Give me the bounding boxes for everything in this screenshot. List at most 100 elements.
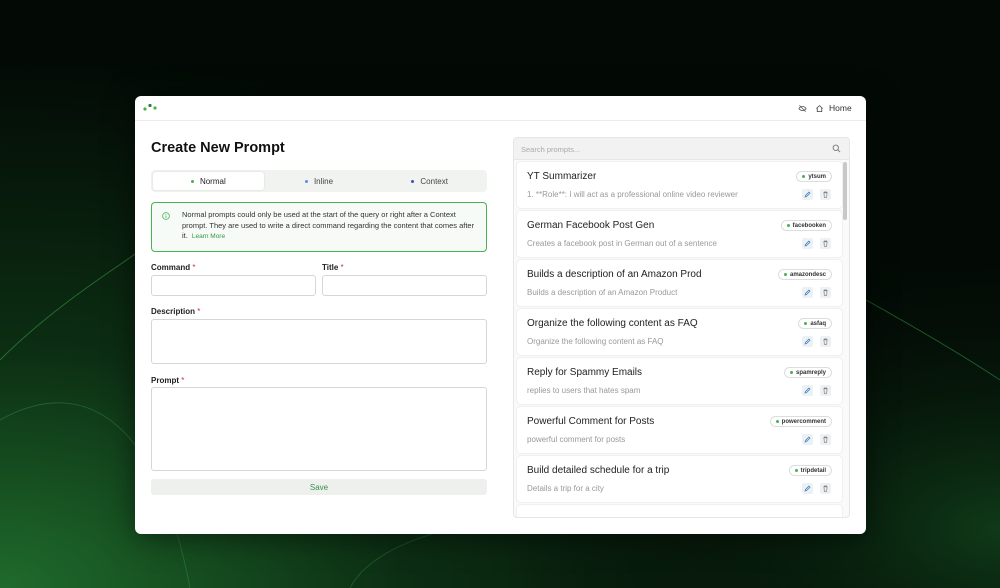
prompt-card[interactable]: Organize the following content as FAQ Or… [517,309,842,355]
home-button[interactable]: Home [815,100,861,116]
prompt-tag-label: tripdetail [800,467,826,474]
title-label-text: Title [322,263,339,272]
save-button[interactable]: Save [151,479,487,495]
prompt-card[interactable]: Reply for Spammy Emails replies to users… [517,358,842,404]
trash-icon [823,240,828,247]
edit-icon [804,338,811,345]
edit-button[interactable] [802,336,813,347]
description-textarea[interactable] [151,319,487,364]
prompt-tag-label: ytsum [808,173,826,180]
prompt-description: 1. **Role**: I will act as a professiona… [527,190,738,199]
prompt-tag: amazondesc [777,269,832,280]
hide-toggle-button[interactable] [794,100,810,116]
required-mark: * [181,376,185,385]
tag-dot [775,420,779,423]
info-box: Normal prompts could only be used at the… [151,202,487,252]
tag-dot [786,224,790,227]
edit-button[interactable] [802,287,813,298]
prompt-list-panel: YT Summarizer 1. **Role**: I will act as… [513,137,850,518]
tab-inline[interactable]: Inline [264,172,375,190]
prompt-description: Builds a description of an Amazon Produc… [527,288,678,297]
delete-button[interactable] [820,336,831,347]
search-bar [514,138,849,160]
prompt-description: Details a trip for a city [527,484,604,493]
command-input[interactable] [151,275,316,296]
page-title: Create New Prompt [151,140,285,156]
edit-icon [804,436,811,443]
delete-button[interactable] [820,434,831,445]
title-input[interactable] [322,275,487,296]
command-label: Command * [151,263,195,272]
tab-label: Context [420,176,448,186]
top-bar: Home [135,96,866,121]
trash-icon [823,485,828,492]
edit-button[interactable] [802,434,813,445]
prompt-card[interactable]: German Facebook Post Gen Creates a faceb… [517,211,842,257]
prompt-list: YT Summarizer 1. **Role**: I will act as… [517,162,842,517]
trash-icon [823,436,828,443]
prompt-card[interactable]: Builds a description of an Amazon Prod B… [517,260,842,306]
tag-dot [794,469,798,472]
tab-label: Inline [313,176,334,186]
trash-icon [823,387,828,394]
prompt-tag: powercomment [769,416,832,427]
description-label: Description * [151,307,200,316]
tab-normal[interactable]: Normal [153,172,264,190]
learn-more-link[interactable]: Learn More [192,233,225,240]
edit-button[interactable] [802,238,813,249]
info-icon [162,212,170,220]
delete-button[interactable] [820,287,831,298]
prompt-title: Powerful Comment for Posts [527,416,655,427]
prompt-card[interactable]: Powerful Comment for Posts powerful comm… [517,407,842,453]
prompt-description: powerful comment for posts [527,435,626,444]
edit-button[interactable] [802,483,813,494]
prompt-card[interactable]: Build detailed schedule for a trip Detai… [517,456,842,502]
edit-button[interactable] [802,385,813,396]
prompt-tag: tripdetail [788,465,832,476]
prompt-card-partial[interactable] [517,505,842,517]
tab-dot [304,179,308,183]
edit-icon [804,289,811,296]
tab-context[interactable]: Context [374,172,485,190]
prompt-tag-label: facebooken [792,222,826,229]
eye-off-icon [797,104,807,112]
search-icon[interactable] [832,144,841,153]
delete-button[interactable] [820,483,831,494]
home-label: Home [829,103,852,113]
list-scrollbar[interactable] [843,162,847,517]
prompt-title: YT Summarizer [527,171,597,182]
prompt-tag: ytsum [796,171,832,182]
required-mark: * [192,263,196,272]
delete-button[interactable] [820,385,831,396]
prompt-tag-label: asfaq [810,320,826,327]
tag-dot [789,371,793,374]
prompt-title: Builds a description of an Amazon Prod [527,269,702,280]
edit-icon [804,485,811,492]
search-input[interactable] [514,138,824,160]
edit-button[interactable] [802,189,813,200]
prompt-tag-label: powercomment [781,418,826,425]
prompt-title: Reply for Spammy Emails [527,367,643,378]
prompt-tag: asfaq [798,318,832,329]
dots-logo-icon[interactable] [143,103,159,111]
home-icon [816,104,823,112]
tag-dot [802,175,806,178]
delete-button[interactable] [820,189,831,200]
prompt-description: replies to users that hates spam [527,386,641,395]
tag-dot [783,273,787,276]
info-text: Normal prompts could only be used at the… [182,210,475,240]
prompt-tag-label: amazondesc [789,271,826,278]
prompt-card[interactable]: YT Summarizer 1. **Role**: I will act as… [517,162,842,208]
prompt-description: Creates a facebook post in German out of… [527,239,717,248]
prompt-textarea[interactable] [151,387,487,471]
delete-button[interactable] [820,238,831,249]
tab-dot [190,179,194,183]
scrollbar-thumb[interactable] [843,162,847,220]
prompt-tag: facebooken [780,220,832,231]
edit-icon [804,191,811,198]
command-label-text: Command [151,263,191,272]
prompt-type-tabs: Normal Inline Context [151,170,487,192]
prompt-label: Prompt * [151,376,184,385]
app-window: Home Create New Prompt Normal Inline Con… [135,96,866,534]
required-mark: * [340,263,344,272]
